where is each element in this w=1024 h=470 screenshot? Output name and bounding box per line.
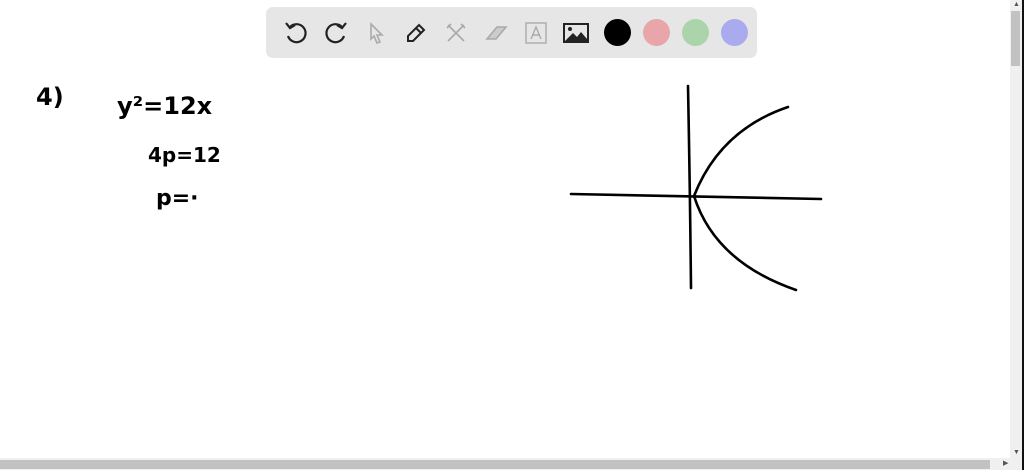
y-axis xyxy=(686,84,693,290)
horizontal-scrollbar[interactable]: ▶ xyxy=(0,458,1022,470)
equation-line-1: y²=12x xyxy=(117,92,213,120)
equation-line-3: p=· xyxy=(156,186,199,211)
image-tool-button[interactable] xyxy=(556,13,596,53)
text-icon xyxy=(525,21,547,44)
scroll-down-arrow[interactable]: ▼ xyxy=(1013,449,1020,457)
horizontal-scroll-thumb[interactable] xyxy=(0,460,990,469)
color-green-swatch[interactable] xyxy=(682,19,709,46)
redo-button[interactable] xyxy=(316,13,356,53)
undo-icon xyxy=(285,21,307,43)
eraser-tool-button[interactable] xyxy=(476,13,516,53)
handwriting-layer: 4) y²=12x 4p=12 p=· xyxy=(36,83,823,292)
equation-line-2: 4p=12 xyxy=(148,143,221,167)
scroll-up-arrow[interactable]: ▲ xyxy=(1013,1,1020,9)
drawing-toolbar xyxy=(266,7,757,58)
scroll-right-arrow[interactable]: ▶ xyxy=(1003,460,1008,468)
pen-tool-button[interactable] xyxy=(396,13,436,53)
text-tool-button[interactable] xyxy=(516,13,556,53)
whiteboard-canvas[interactable]: 4) y²=12x 4p=12 p=· xyxy=(0,0,1010,458)
color-pink-swatch[interactable] xyxy=(643,19,670,46)
tools-icon xyxy=(446,22,466,42)
vertical-scrollbar[interactable]: ▲ ▼ xyxy=(1010,0,1022,458)
image-icon xyxy=(563,22,589,43)
vertical-scroll-thumb[interactable] xyxy=(1011,11,1020,66)
color-purple-swatch[interactable] xyxy=(721,19,748,46)
select-tool-button[interactable] xyxy=(356,13,396,53)
pointer-icon xyxy=(370,21,384,44)
parabola-sketch xyxy=(569,84,823,292)
eraser-icon xyxy=(485,25,508,40)
redo-icon xyxy=(325,21,347,43)
shapes-tool-button[interactable] xyxy=(436,13,476,53)
color-black-swatch[interactable] xyxy=(604,19,631,46)
undo-button[interactable] xyxy=(276,13,316,53)
problem-number: 4) xyxy=(36,83,64,111)
pen-icon xyxy=(407,23,426,42)
